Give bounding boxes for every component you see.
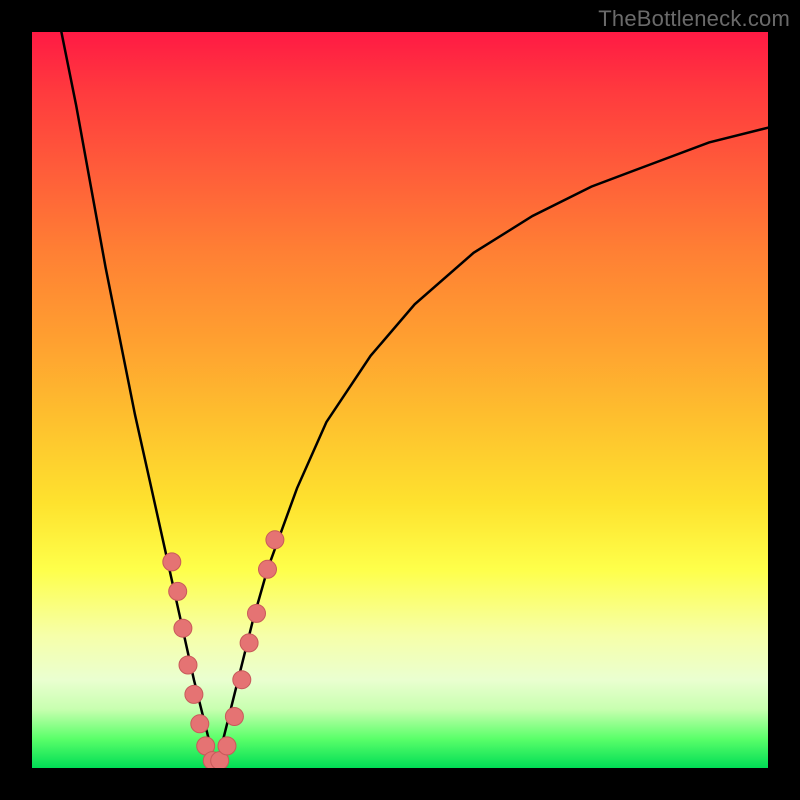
- curve-marker: [248, 604, 266, 622]
- curve-marker: [259, 560, 277, 578]
- curve-marker: [174, 619, 192, 637]
- curve-marker: [179, 656, 197, 674]
- curve-marker: [233, 671, 251, 689]
- watermark-text: TheBottleneck.com: [598, 6, 790, 32]
- curve-marker: [169, 582, 187, 600]
- curve-marker: [240, 634, 258, 652]
- plot-area: [32, 32, 768, 768]
- curve-marker: [185, 685, 203, 703]
- bottleneck-curve: [61, 32, 768, 768]
- curve-marker: [191, 715, 209, 733]
- curve-markers: [163, 531, 284, 768]
- chart-frame: TheBottleneck.com: [0, 0, 800, 800]
- curve-marker: [218, 737, 236, 755]
- curve-marker: [163, 553, 181, 571]
- curve-marker: [266, 531, 284, 549]
- chart-svg: [32, 32, 768, 768]
- curve-marker: [225, 708, 243, 726]
